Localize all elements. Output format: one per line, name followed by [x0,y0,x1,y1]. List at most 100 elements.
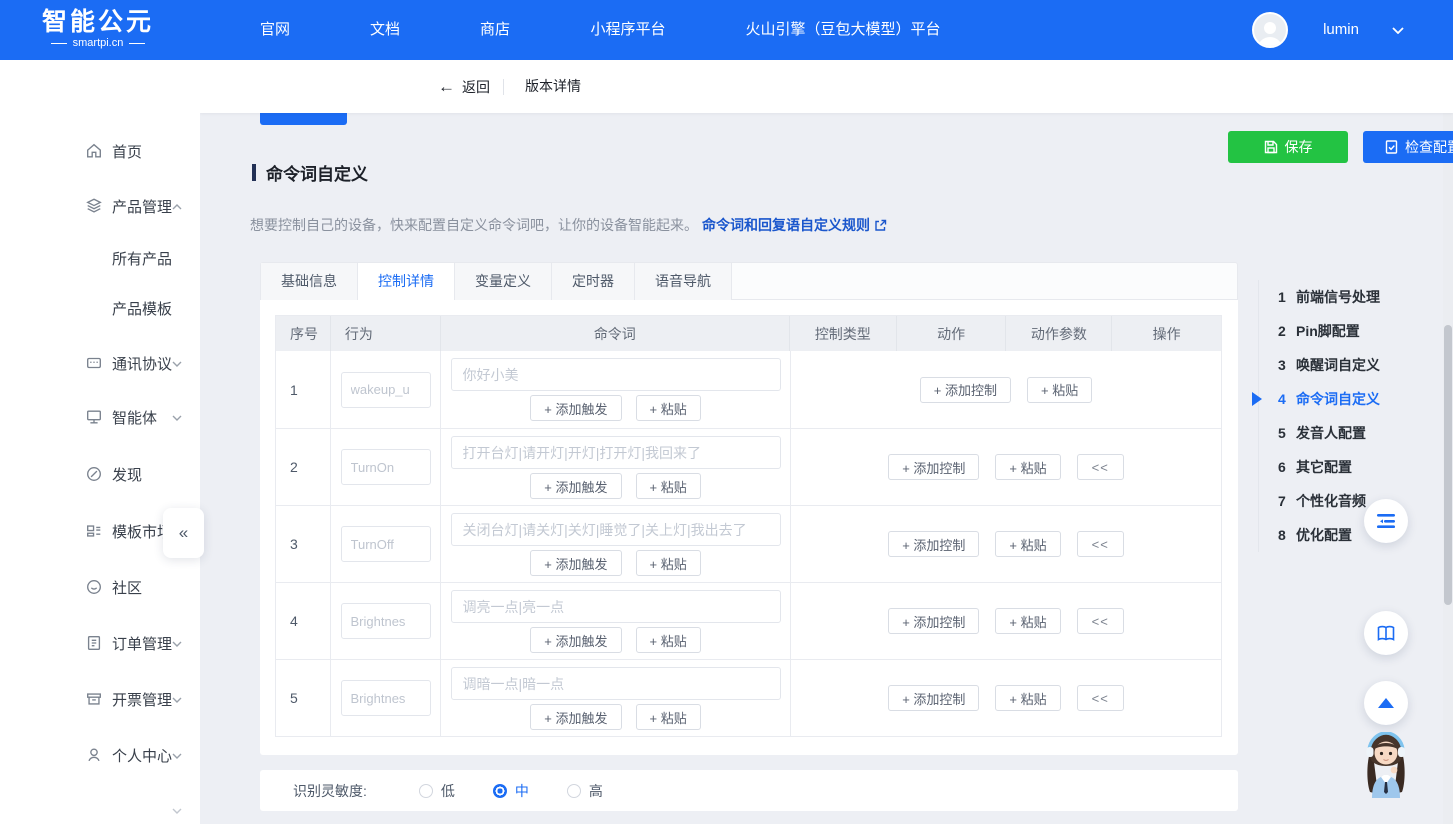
sidebar-item-more[interactable] [0,797,200,823]
anchor-item-voice-config[interactable]: 5 发音人配置 [1259,416,1408,450]
partial-scrolled-button[interactable] [260,113,347,125]
add-control-button[interactable]: + 添加控制 [888,531,979,557]
collapse-row-button[interactable]: << [1077,608,1124,634]
behavior-input[interactable] [341,526,431,562]
user-icon [84,745,104,765]
anchor-item-frontend-signal[interactable]: 1 前端信号处理 [1259,280,1408,314]
paste-trigger-button[interactable]: + 粘贴 [636,550,701,576]
sidebar-item-personal-center[interactable]: 个人中心 [0,742,200,768]
behavior-input[interactable] [341,680,431,716]
paste-control-button[interactable]: + 粘贴 [995,685,1060,711]
collapse-row-button[interactable]: << [1077,531,1124,557]
left-sidebar: 首页 产品管理 所有产品 产品模板 通讯协议 [0,60,200,824]
add-trigger-button[interactable]: + 添加触发 [530,550,621,576]
sidebar-item-product-management[interactable]: 产品管理 [0,193,200,219]
sidebar-item-communication-protocol[interactable]: 通讯协议 [0,350,200,376]
paste-trigger-button[interactable]: + 粘贴 [636,627,701,653]
tab-timer[interactable]: 定时器 [552,263,635,300]
anchor-item-pin-config[interactable]: 2 Pin脚配置 [1259,314,1408,348]
anchor-item-wake-word[interactable]: 3 唤醒词自定义 [1259,348,1408,382]
paste-control-button[interactable]: + 粘贴 [995,531,1060,557]
col-operation: 操作 [1112,316,1221,351]
command-words-input[interactable] [451,513,781,546]
sidebar-item-home[interactable]: 首页 [0,138,200,164]
username-label[interactable]: lumin [1323,0,1359,60]
behavior-input[interactable] [341,449,431,485]
command-words-input[interactable] [451,436,781,469]
radio-sensitivity-low[interactable]: 低 [419,781,455,801]
sidebar-item-community[interactable]: 社区 [0,574,200,600]
paste-control-button[interactable]: + 粘贴 [995,454,1060,480]
collapse-glyph: « [179,523,188,543]
tab-basic-info[interactable]: 基础信息 [261,263,358,300]
outline-toggle-button[interactable] [1364,499,1408,543]
chevron-down-icon [172,634,182,652]
paste-control-button[interactable]: + 粘贴 [995,608,1060,634]
add-trigger-button[interactable]: + 添加触发 [530,473,621,499]
sidebar-item-order-management[interactable]: 订单管理 [0,630,200,656]
header-divider [503,79,504,95]
paste-trigger-button[interactable]: + 粘贴 [636,473,701,499]
control-detail-card: 序号 行为 命令词 控制类型 动作 动作参数 操作 1 + 添加触发 + 粘贴 [260,300,1238,755]
layers-icon [84,196,104,216]
command-words-input[interactable] [451,358,781,391]
add-control-button[interactable]: + 添加控制 [888,685,979,711]
command-words-input[interactable] [451,590,781,623]
back-button[interactable]: ← 返回 [438,60,490,113]
command-words-input[interactable] [451,667,781,700]
nav-link-miniapp-platform[interactable]: 小程序平台 [590,0,665,60]
chevron-down-icon [172,690,182,708]
paste-trigger-button[interactable]: + 粘贴 [636,704,701,730]
tab-control-detail[interactable]: 控制详情 [358,263,455,300]
custom-rules-link[interactable]: 命令词和回复语自定义规则 [702,215,887,235]
open-book-icon [1376,625,1396,642]
radio-checked-icon[interactable] [493,784,507,798]
radio-sensitivity-medium[interactable]: 中 [493,781,529,801]
anchor-item-command-words[interactable]: 4 命令词自定义 [1259,382,1408,416]
paste-control-button[interactable]: + 粘贴 [1027,377,1092,403]
logo-dash-right [129,43,145,44]
back-to-top-button[interactable] [1364,681,1408,725]
page-scrollbar-thumb[interactable] [1444,325,1452,605]
add-control-button[interactable]: + 添加控制 [888,608,979,634]
docs-book-button[interactable] [1364,611,1408,655]
sidebar-item-discover[interactable]: 发现 [0,461,200,487]
add-trigger-button[interactable]: + 添加触发 [530,395,621,421]
radio-sensitivity-high[interactable]: 高 [567,781,603,801]
tab-variable-definition[interactable]: 变量定义 [455,263,552,300]
collapse-row-button[interactable]: << [1077,685,1124,711]
save-button[interactable]: 保存 [1228,131,1348,163]
check-config-button[interactable]: 检查配置 [1363,131,1453,163]
heading-accent-bar [252,164,256,181]
sidebar-item-all-products[interactable]: 所有产品 [0,245,200,271]
sidebar-item-agent[interactable]: 智能体 [0,404,200,430]
brand-title: 智能公元 [42,8,154,36]
user-avatar[interactable] [1252,12,1288,48]
nav-link-volcano-engine[interactable]: 火山引擎（豆包大模型）平台 [745,0,940,60]
chevron-down-icon [172,801,182,819]
add-control-button[interactable]: + 添加控制 [920,377,1011,403]
sidebar-item-invoice-management[interactable]: 开票管理 [0,686,200,712]
collapse-row-button[interactable]: << [1077,454,1124,480]
assistant-avatar[interactable] [1358,732,1414,798]
nav-link-docs[interactable]: 文档 [370,0,400,60]
radio-icon[interactable] [567,784,581,798]
sidebar-collapse-button[interactable]: « [163,508,204,558]
sidebar-item-product-templates[interactable]: 产品模板 [0,295,200,321]
community-icon [84,577,104,597]
paste-trigger-button[interactable]: + 粘贴 [636,395,701,421]
add-control-button[interactable]: + 添加控制 [888,454,979,480]
nav-link-store[interactable]: 商店 [480,0,510,60]
add-trigger-button[interactable]: + 添加触发 [530,627,621,653]
behavior-input[interactable] [341,372,431,408]
nav-link-official-site[interactable]: 官网 [260,0,290,60]
anchor-item-other-config[interactable]: 6 其它配置 [1259,450,1408,484]
chevron-down-icon [172,408,182,426]
brand-logo[interactable]: 智能公元 smartpi.cn [42,8,154,49]
table-row: 4 + 添加触发 + 粘贴 + 添加控制 + 粘贴 << [276,582,1221,659]
tab-voice-navigation[interactable]: 语音导航 [635,263,732,300]
behavior-input[interactable] [341,603,431,639]
add-trigger-button[interactable]: + 添加触发 [530,704,621,730]
user-menu-chevron-down-icon[interactable] [1392,27,1404,34]
radio-icon[interactable] [419,784,433,798]
